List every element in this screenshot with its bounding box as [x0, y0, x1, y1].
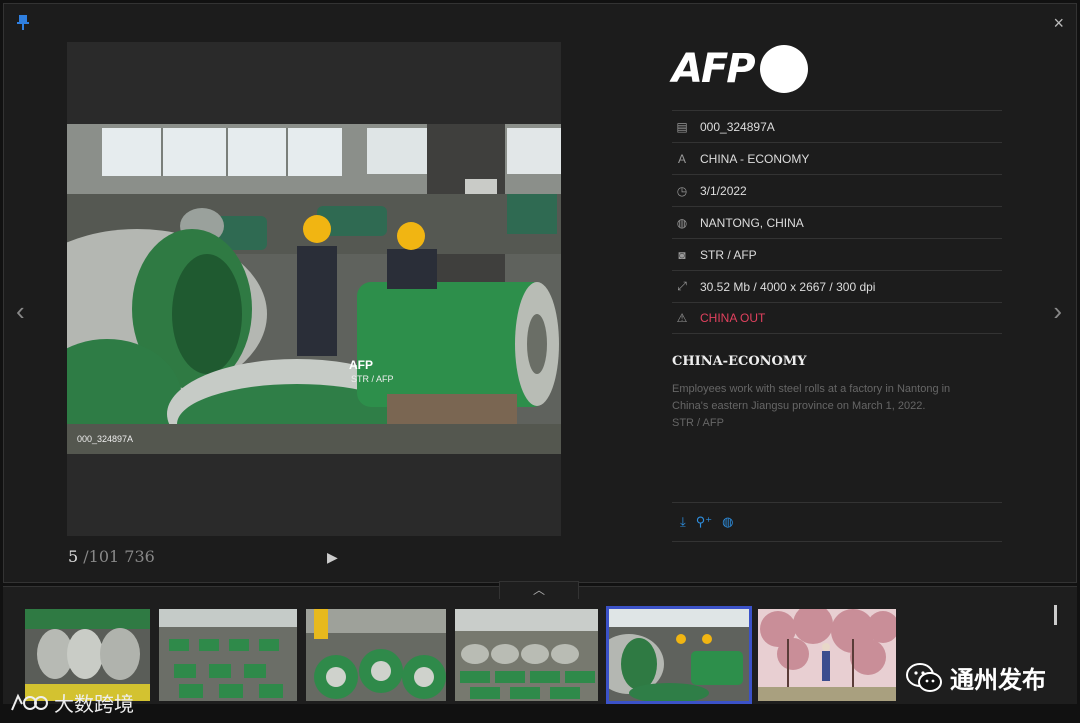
metadata-value: CHINA OUT: [700, 311, 766, 325]
download-icon[interactable]: ⤓: [680, 514, 686, 530]
globe-icon: ◍: [676, 215, 688, 230]
wechat-watermark: 通州发布: [906, 660, 1046, 695]
search-similar-icon[interactable]: ⚲⁺: [696, 514, 712, 530]
metadata-value: NANTONG, CHINA: [700, 215, 804, 230]
warning-icon: ⚠: [676, 311, 688, 325]
letter-a-icon: A: [677, 151, 686, 166]
watermark-logo-icon: [11, 693, 48, 710]
metadata-value: 000_324897A: [700, 119, 775, 134]
resize-icon: ⤢: [677, 279, 687, 293]
caption-body: Employees work with steel rolls at a fac…: [672, 381, 972, 432]
metadata-value: STR / AFP: [700, 247, 757, 262]
metadata-row: ▤ 000_324897A: [672, 110, 1002, 142]
metadata-row: ◍ NANTONG, CHINA: [672, 206, 1002, 238]
action-bar: ⤓ ⚲⁺ ◍: [672, 502, 1002, 542]
thumbnail[interactable]: [306, 609, 446, 701]
afp-logo: AFP: [672, 42, 1002, 96]
collapse-strip-icon[interactable]: ︿: [499, 581, 579, 599]
counter-total: /101 736: [78, 547, 155, 566]
afp-logo-text: AFP: [672, 46, 756, 92]
clock-icon: ◷: [676, 183, 688, 198]
metadata-row: ◙ STR / AFP: [672, 238, 1002, 270]
caption-title: CHINA-ECONOMY: [672, 354, 807, 369]
image-viewer: × ‹ › AFP STR / AFP 000_324897A 5 /101 7…: [3, 3, 1077, 583]
counter-current: 5: [68, 547, 79, 566]
thumbnail[interactable]: [758, 609, 896, 701]
photo-watermark: AFP: [349, 358, 373, 372]
metadata-row: ⤢ 30.52 Mb / 4000 x 2667 / 300 dpi: [672, 270, 1002, 302]
image-counter: 5 /101 736: [68, 547, 155, 566]
thumbnail-image: [306, 609, 446, 701]
thumbnail-image: [758, 609, 896, 701]
image-stage: AFP STR / AFP 000_324897A: [67, 42, 561, 536]
metadata-value: 3/1/2022: [700, 183, 747, 198]
factory-photo-illustration: [67, 124, 561, 454]
wechat-account-name: 通州发布: [950, 667, 1046, 694]
thumbnail[interactable]: [159, 609, 297, 701]
thumbnail-image: [455, 609, 598, 701]
photo-id: 000_324897A: [77, 434, 134, 444]
metadata-list: ▤ 000_324897A A CHINA - ECONOMY ◷ 3/1/2022 ◍ NA…: [672, 110, 1002, 334]
play-icon[interactable]: ▶: [327, 549, 338, 566]
metadata-value: CHINA - ECONOMY: [700, 151, 810, 166]
globe-icon[interactable]: ◍: [722, 514, 733, 530]
metadata-row: ◷ 3/1/2022: [672, 174, 1002, 206]
metadata-row: A CHINA - ECONOMY: [672, 142, 1002, 174]
thumbnail-selected[interactable]: [606, 606, 752, 704]
watermark-text: 大数跨境: [54, 694, 134, 716]
previous-arrow-icon[interactable]: ‹: [16, 296, 25, 327]
thumbnail-image: [159, 609, 297, 701]
caption-text: Employees work with steel rolls at a fac…: [672, 383, 951, 412]
next-arrow-icon[interactable]: ›: [1053, 296, 1062, 327]
caption-credit: STR / AFP: [672, 417, 724, 429]
afp-logo-dot: [759, 45, 808, 93]
metadata-row: ⚠ CHINA OUT: [672, 302, 1002, 334]
close-icon[interactable]: ×: [1053, 14, 1064, 32]
thumbnail[interactable]: [455, 609, 598, 701]
info-panel: AFP ▤ 000_324897A A CHINA - ECONOMY ◷ 3/1/202…: [672, 42, 1002, 542]
strip-scrollbar[interactable]: [1054, 605, 1057, 625]
document-icon: ▤: [676, 119, 688, 134]
main-photo[interactable]: AFP STR / AFP 000_324897A: [67, 124, 561, 454]
photo-credit: STR / AFP: [351, 374, 394, 384]
pin-icon[interactable]: [16, 14, 30, 30]
camera-icon: ◙: [678, 247, 686, 262]
bottom-watermark: 大数跨境: [8, 688, 134, 717]
thumbnail-image: [609, 609, 749, 701]
wechat-icon: [906, 662, 942, 692]
metadata-value: 30.52 Mb / 4000 x 2667 / 300 dpi: [700, 279, 876, 294]
